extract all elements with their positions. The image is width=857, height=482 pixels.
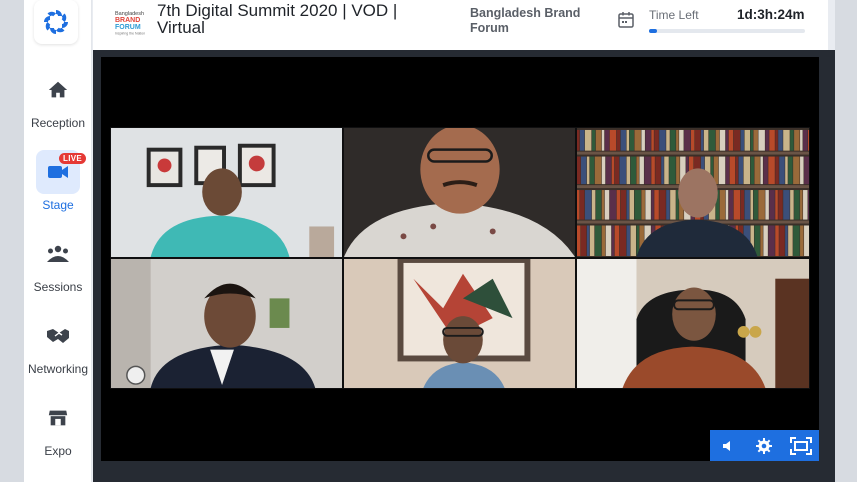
player-controls <box>710 430 819 461</box>
svg-text:Inspiring the Nation: Inspiring the Nation <box>115 32 145 36</box>
organizer-name[interactable]: Bangladesh Brand Forum <box>470 6 600 36</box>
bangladesh-brand-forum-logo: Bangladesh BRAND FORUM Inspiring the Nat… <box>113 6 149 36</box>
volume-icon[interactable] <box>715 433 741 459</box>
storefront-icon <box>48 410 68 426</box>
event-title: 7th Digital Summit 2020 | VOD | Virtual <box>157 1 398 37</box>
sidebar-item-label: Reception <box>30 116 86 130</box>
handshake-icon <box>47 329 69 343</box>
participant-video-3 <box>576 127 810 258</box>
time-left-value: 1d:3h:24m <box>737 7 805 22</box>
sidebar-item-label: Expo <box>44 444 72 458</box>
video-call-grid <box>110 127 810 389</box>
svg-text:BRAND: BRAND <box>115 17 140 24</box>
live-badge: LIVE <box>59 153 86 164</box>
participant-video-1 <box>110 127 343 258</box>
participant-video-6 <box>576 258 810 389</box>
sidebar-item-networking[interactable]: Networking <box>24 314 92 376</box>
top-header: Bangladesh BRAND FORUM Inspiring the Nat… <box>93 0 828 50</box>
app-logo-icon <box>44 10 68 34</box>
people-group-icon <box>47 245 69 262</box>
sidebar-item-sessions[interactable]: Sessions <box>24 232 92 294</box>
participant-video-5 <box>343 258 576 389</box>
settings-icon[interactable] <box>751 433 777 459</box>
sidebar-item-label: Sessions <box>33 280 83 294</box>
sidebar-item-label: Networking <box>27 362 89 376</box>
app-logo[interactable] <box>34 0 78 44</box>
sidebar: Reception LIVE Stage Sessions Networking… <box>24 0 92 482</box>
participant-video-2 <box>343 127 576 258</box>
time-left-label: Time Left <box>649 8 699 22</box>
home-icon <box>48 81 68 98</box>
calendar-icon[interactable] <box>617 11 635 29</box>
sidebar-item-stage[interactable]: LIVE Stage <box>24 150 92 212</box>
time-progress-bar <box>649 29 805 33</box>
svg-text:FORUM: FORUM <box>115 24 141 31</box>
sidebar-item-label: Stage <box>42 198 74 212</box>
fullscreen-icon[interactable] <box>788 433 814 459</box>
left-gutter <box>0 0 24 482</box>
sidebar-item-reception[interactable]: Reception <box>24 68 92 130</box>
participant-video-4 <box>110 258 343 389</box>
time-progress-fill <box>649 29 657 33</box>
sidebar-item-expo[interactable]: Expo <box>24 396 92 458</box>
right-gutter <box>835 0 857 482</box>
